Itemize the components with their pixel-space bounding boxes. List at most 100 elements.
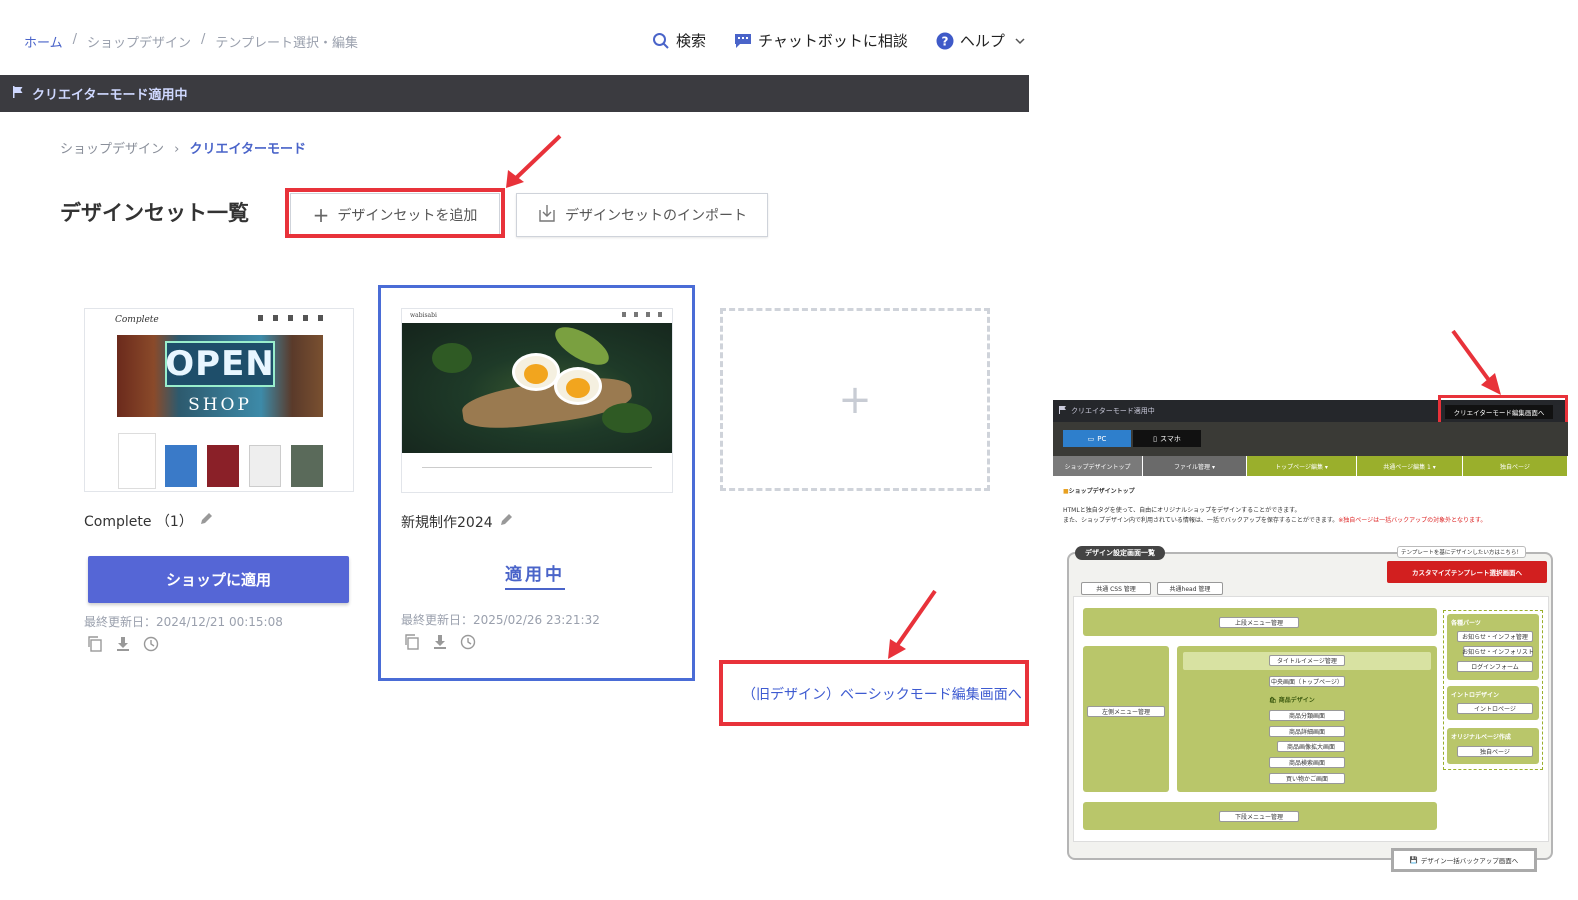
design-thumbnail[interactable]: wabisabi: [401, 308, 673, 493]
inset-top-menu-button[interactable]: 上段メニュー管理: [1219, 617, 1299, 628]
inset-intro-button[interactable]: イントロページ: [1457, 703, 1533, 714]
inset-product-button[interactable]: 商品検索画面: [1269, 757, 1345, 768]
breadcrumb-sep: /: [72, 32, 78, 47]
inset-original-title: オリジナルページ作成: [1451, 734, 1511, 741]
import-icon: [537, 204, 557, 226]
inset-left-menu-button[interactable]: 左側メニュー管理: [1087, 706, 1165, 717]
breadcrumb-template: テンプレート選択・編集: [215, 36, 359, 51]
inset-tab-sp-label: スマホ: [1160, 434, 1181, 443]
copy-icon[interactable]: [86, 635, 104, 653]
import-design-set-button[interactable]: デザインセットのインポート: [516, 193, 768, 237]
help-menu[interactable]: ? ヘルプ: [936, 30, 1029, 51]
inset-parts-button[interactable]: お知らせ・インフォリスト: [1462, 646, 1534, 657]
thumb-line: [422, 467, 482, 468]
inset-parts-button[interactable]: ログインフォーム: [1457, 661, 1533, 672]
chat-icon: [734, 32, 752, 50]
inset-panel-title: デザイン設定画面一覧: [1075, 546, 1165, 560]
thumb-logo: wabisabi: [410, 312, 437, 319]
active-status-badge: 適用中: [505, 560, 565, 590]
inset-desc-2: また、ショップデザイン内で利用されている情報は、一括でバックアップを保存すること…: [1063, 515, 1486, 524]
basic-mode-inset: クリエイターモード適用中 クリエイターモード編集画面へ ▭ PC ▯ スマホ ショッ…: [1053, 395, 1568, 880]
creator-mode-label: クリエイターモード適用中: [32, 88, 188, 103]
inset-left-menu-area: [1083, 646, 1169, 792]
monitor-icon: ▭: [1087, 434, 1095, 443]
inset-title-image-button[interactable]: タイトルイメージ管理: [1269, 655, 1345, 666]
inset-original-button[interactable]: 独自ページ: [1457, 746, 1533, 757]
thumb-hero-image: OPEN SHOP: [117, 335, 323, 417]
history-icon[interactable]: [459, 633, 477, 651]
inset-product-button[interactable]: 商品詳細画面: [1269, 726, 1345, 737]
breadcrumb-home[interactable]: ホーム: [24, 32, 63, 51]
phone-icon: ▯: [1153, 434, 1158, 443]
old-design-link[interactable]: （旧デザイン）ベーシックモード編集画面へ: [742, 684, 1022, 704]
apply-to-shop-button[interactable]: ショップに適用: [88, 556, 349, 603]
inset-design-panel: デザイン設定画面一覧 テンプレートを基にデザインしたい方はこちら！ カスタマイズ…: [1067, 546, 1553, 860]
inset-product-button[interactable]: 商品画像拡大画面: [1277, 741, 1345, 752]
download-icon[interactable]: [431, 633, 449, 651]
annotation-arrow: [506, 134, 562, 188]
annotation-highlight: [1438, 395, 1568, 425]
inset-customize-button[interactable]: カスタマイズテンプレート選択画面へ: [1387, 561, 1547, 583]
creator-mode-bar: クリエイターモード適用中: [0, 75, 1029, 112]
inset-center-button[interactable]: 中央画面（トップページ）: [1269, 676, 1345, 687]
download-icon[interactable]: [114, 635, 132, 653]
annotation-arrow: [888, 589, 937, 659]
inset-nav-item[interactable]: 共通ページ編集 1 ▾: [1357, 456, 1463, 476]
thumb-avocado: [549, 319, 615, 373]
breadcrumb-shop-design[interactable]: ショップデザイン: [87, 32, 191, 51]
thumb-line: [482, 467, 652, 468]
add-design-set-card[interactable]: +: [720, 308, 990, 491]
search-link[interactable]: 検索: [652, 30, 706, 51]
flag-icon: [12, 85, 24, 102]
inset-tab-pc-label: PC: [1097, 434, 1107, 443]
inset-section-title: ■ショップデザイントップ: [1063, 488, 1135, 495]
thumb-logo: Complete: [115, 315, 159, 325]
thumb-product: [207, 445, 239, 487]
sub-crumb-sep: ›: [174, 142, 180, 157]
thumb-leaf: [432, 343, 472, 373]
inset-parts-button[interactable]: お知らせ・インフォ管理: [1457, 631, 1533, 642]
inset-backup-label: デザイン一括バックアップ画面へ: [1420, 857, 1519, 865]
pencil-icon[interactable]: [199, 512, 213, 530]
search-icon: [652, 32, 670, 50]
design-thumbnail[interactable]: Complete OPEN SHOP: [84, 308, 354, 492]
thumb-product: [291, 445, 323, 487]
chevron-down-icon: [1011, 32, 1029, 50]
inset-tab-pc[interactable]: ▭ PC: [1063, 430, 1131, 447]
pencil-icon[interactable]: [499, 513, 513, 531]
card-actions: [403, 633, 477, 651]
thumb-sidebar: [118, 433, 156, 489]
page-title: デザインセット一覧: [60, 201, 249, 225]
thumb-nav-icons: [258, 315, 323, 321]
history-icon[interactable]: [142, 635, 160, 653]
import-label: デザインセットのインポート: [565, 208, 747, 224]
inset-product-design-text: 商品デザイン: [1278, 697, 1315, 704]
copy-icon[interactable]: [403, 633, 421, 651]
inset-nav-item[interactable]: ファイル管理 ▾: [1143, 456, 1247, 476]
inset-intro-title: イントロデザイン: [1451, 692, 1500, 699]
inset-backup-button[interactable]: 💾 デザイン一括バックアップ画面へ: [1391, 848, 1537, 872]
cart-icon: 🛍: [1269, 697, 1277, 704]
design-set-card-active: wabisabi 新規制作2024 適用中 最終更新日：2025/02/26 2…: [378, 285, 695, 681]
chatbot-link[interactable]: チャットボットに相談: [734, 30, 908, 51]
chatbot-label: チャットボットに相談: [758, 32, 908, 50]
breadcrumb-sep: /: [201, 32, 206, 47]
sub-breadcrumb: ショップデザイン › クリエイターモード: [60, 138, 306, 157]
inset-product-button[interactable]: 買い物かご画面: [1269, 773, 1345, 784]
thumb-product: [165, 445, 197, 487]
design-set-card: Complete OPEN SHOP Complete （1） ショップに適用 …: [80, 305, 358, 665]
inset-tab-head[interactable]: 共通head 管理: [1157, 582, 1223, 595]
save-icon: 💾: [1409, 856, 1418, 864]
inset-tab-sp[interactable]: ▯ スマホ: [1133, 430, 1201, 447]
inset-nav-item[interactable]: 独自ページ: [1463, 456, 1568, 476]
inset-nav-item[interactable]: トップページ編集 ▾: [1247, 456, 1357, 476]
inset-tab-css[interactable]: 共通 CSS 管理: [1081, 582, 1151, 595]
inset-product-button[interactable]: 商品分類画面: [1269, 710, 1345, 721]
inset-nav-item[interactable]: ショップデザイントップ: [1053, 456, 1143, 476]
inset-bottom-menu-button[interactable]: 下段メニュー管理: [1219, 811, 1299, 822]
help-label: ヘルプ: [959, 32, 1005, 50]
help-icon: ?: [936, 32, 954, 50]
sub-crumb-parent[interactable]: ショップデザイン: [60, 142, 164, 157]
inset-template-hint: テンプレートを基にデザインしたい方はこちら！: [1397, 546, 1526, 558]
annotation-highlight: [285, 188, 505, 238]
